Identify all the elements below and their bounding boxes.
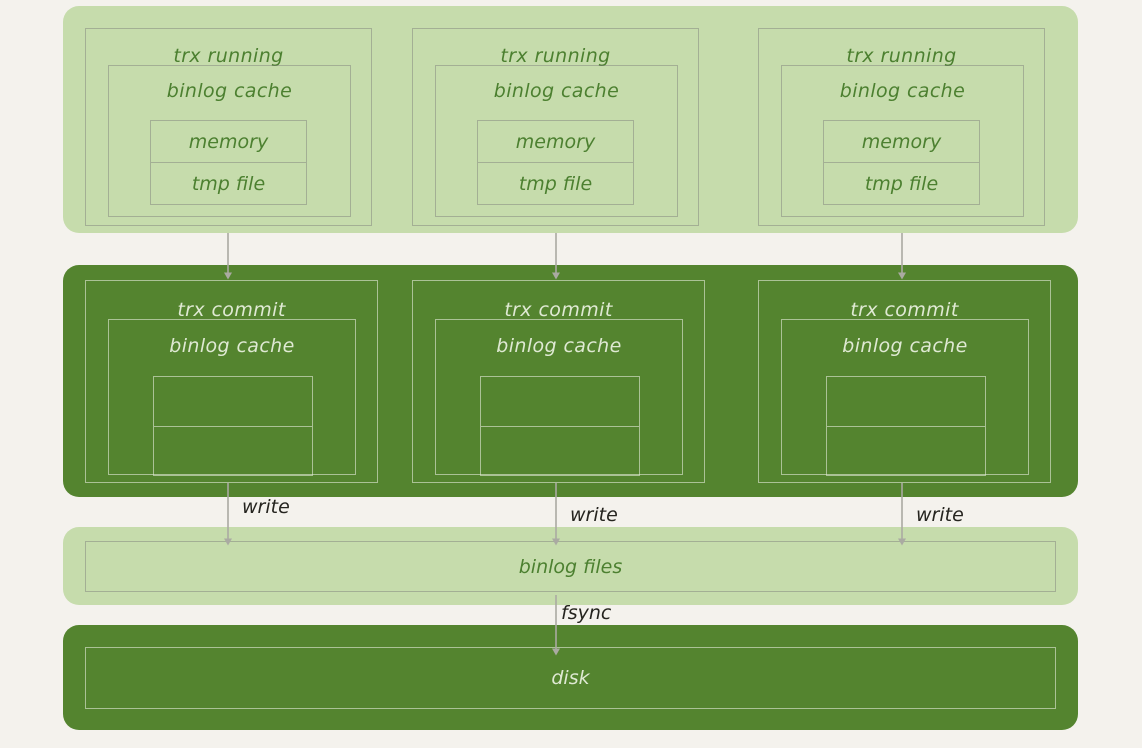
cache-cell-upper: [154, 377, 312, 427]
binlog-cache-title: binlog cache: [169, 335, 295, 357]
trx-running-title: trx running: [846, 45, 957, 67]
cache-cell-stack: memory tmp file: [477, 120, 634, 205]
cache-cell-memory: memory: [824, 121, 979, 163]
binlog-files-panel: binlog files: [63, 527, 1078, 605]
edge-label-write-2: write: [570, 504, 618, 526]
trx-running-title: trx running: [173, 45, 284, 67]
cache-cell-lower: [154, 427, 312, 477]
edge-label-write-3: write: [916, 504, 964, 526]
trx-commit-panel: trx commit binlog cache trx commit binlo…: [63, 265, 1078, 497]
binlog-cache-box: binlog cache: [108, 319, 356, 476]
binlog-files-box: binlog files: [85, 541, 1056, 592]
binlog-cache-box: binlog cache memory tmp file: [108, 65, 351, 217]
binlog-cache-box: binlog cache memory tmp file: [435, 65, 678, 217]
trx-running-column-1: trx running binlog cache memory tmp file: [85, 28, 372, 226]
cache-cell-tmp-file: tmp file: [864, 173, 939, 195]
trx-running-panel: trx running binlog cache memory tmp file…: [63, 6, 1078, 233]
binlog-cache-box: binlog cache: [435, 319, 683, 476]
cache-cell-upper: [827, 377, 985, 427]
trx-running-column-2: trx running binlog cache memory tmp file: [412, 28, 699, 226]
disk-box: disk: [85, 647, 1056, 709]
binlog-cache-box: binlog cache: [781, 319, 1029, 476]
binlog-cache-title: binlog cache: [166, 80, 293, 102]
trx-commit-title: trx commit: [504, 299, 613, 321]
binlog-cache-box: binlog cache memory tmp file: [781, 65, 1024, 217]
edge-label-write-1: write: [242, 496, 290, 518]
cache-cell-lower: [481, 427, 639, 477]
binlog-flow-diagram: trx running binlog cache memory tmp file…: [0, 0, 1142, 748]
cache-cell-memory: memory: [151, 121, 306, 163]
cache-cell-memory: memory: [478, 121, 633, 163]
cache-cell-stack: memory tmp file: [150, 120, 307, 205]
binlog-cache-title: binlog cache: [493, 80, 620, 102]
trx-commit-title: trx commit: [850, 299, 959, 321]
cache-cell-stack: [480, 376, 640, 476]
cache-cell-stack: [153, 376, 313, 476]
cache-cell-tmp-file: tmp file: [518, 173, 593, 195]
trx-running-column-3: trx running binlog cache memory tmp file: [758, 28, 1045, 226]
edge-label-fsync: fsync: [561, 602, 612, 624]
cache-cell-stack: memory tmp file: [823, 120, 980, 205]
disk-panel: disk: [63, 625, 1078, 730]
trx-commit-column-3: trx commit binlog cache: [758, 280, 1051, 483]
trx-running-title: trx running: [500, 45, 611, 67]
binlog-cache-title: binlog cache: [842, 335, 968, 357]
binlog-cache-title: binlog cache: [839, 80, 966, 102]
cache-cell-upper: [481, 377, 639, 427]
cache-cell-lower: [827, 427, 985, 477]
trx-commit-column-1: trx commit binlog cache: [85, 280, 378, 483]
cache-cell-stack: [826, 376, 986, 476]
trx-commit-column-2: trx commit binlog cache: [412, 280, 705, 483]
cache-cell-tmp-file: tmp file: [191, 173, 266, 195]
trx-commit-title: trx commit: [177, 299, 286, 321]
binlog-cache-title: binlog cache: [496, 335, 622, 357]
